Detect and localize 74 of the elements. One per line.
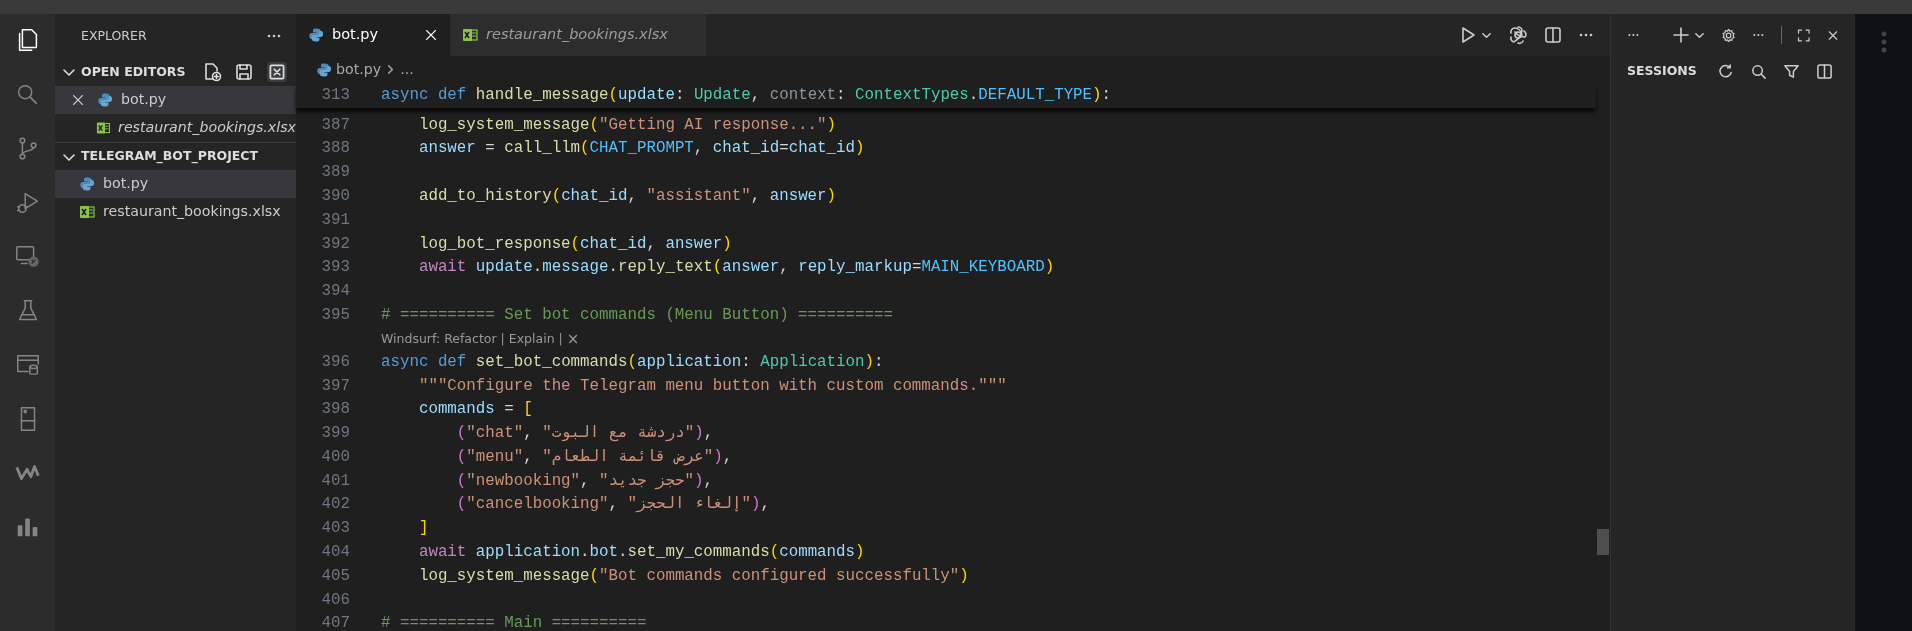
line-number: 405 [320, 565, 350, 587]
line-number: 391 [320, 209, 350, 231]
python-file-icon [97, 92, 113, 108]
new-file-icon[interactable] [202, 62, 222, 82]
codelens-link[interactable]: Windsurf: Refactor [381, 329, 497, 349]
code-line: """Configure the Telegram menu button with custom commands.""" [417, 375, 1007, 397]
line-number: 387 [320, 114, 350, 136]
code-line: await update.message.reply_text(answer, reply_markup=MAIN_KEYBOARD) [417, 257, 1055, 279]
line-number: 390 [320, 185, 350, 207]
split-editor-icon[interactable] [1544, 26, 1562, 44]
file-item[interactable]: restaurant_bookings.xlsx [55, 198, 296, 226]
python-file-icon [308, 27, 324, 43]
spreadsheet-file-icon [79, 204, 95, 220]
line-number: 398 [320, 399, 350, 421]
section-title: OPEN EDITORS [81, 62, 187, 81]
line-number: 396 [320, 351, 350, 373]
editor-tab[interactable]: bot.py [296, 14, 450, 56]
scrollbar-thumb[interactable] [1597, 528, 1609, 555]
search-icon[interactable] [1749, 62, 1767, 80]
panel-title: SESSIONS [1627, 61, 1697, 80]
line-number: 313 [320, 84, 350, 106]
plus-icon[interactable] [1671, 26, 1690, 44]
line-number: 393 [320, 257, 350, 279]
refresh-icon[interactable] [1716, 62, 1734, 80]
line-number: 399 [320, 423, 350, 445]
code-line: ] [417, 518, 429, 540]
separator: | [500, 329, 505, 348]
line-number: 400 [320, 446, 350, 468]
code-line: log_system_message("Getting AI response...") [417, 114, 837, 136]
section-header[interactable]: OPEN EDITORS [55, 58, 296, 86]
play-icon[interactable] [1459, 26, 1477, 44]
code-line: commands = [ [417, 399, 533, 421]
code-line: async def handle_message(update: Update, context: ContextTypes.DEFAULT_TYPE): [380, 84, 1112, 106]
line-number: 395 [320, 304, 350, 326]
file-item[interactable]: bot.py [55, 170, 296, 198]
save-all-icon[interactable] [234, 62, 254, 82]
line-number: 402 [320, 494, 350, 516]
code-line: log_bot_response(chat_id, answer) [417, 233, 732, 255]
knot-logo-icon[interactable] [1508, 25, 1528, 45]
close-icon[interactable] [71, 93, 85, 107]
line-number: 406 [320, 589, 350, 611]
code-line: # ========== Main ========== [380, 613, 647, 631]
line-number: 401 [320, 470, 350, 492]
breadcrumb-item[interactable]: bot.py [336, 59, 382, 81]
python-file-icon [79, 176, 95, 192]
line-number: 407 [320, 613, 350, 631]
separator: | [558, 329, 563, 348]
close-icon[interactable]: × [566, 327, 580, 351]
line-number: 397 [320, 375, 350, 397]
editor-tab[interactable]: restaurant_bookings.xlsx [450, 14, 706, 56]
breadcrumb-item[interactable]: ... [400, 59, 414, 81]
code-line: async def set_bot_commands(application: Application): [380, 351, 884, 373]
code-line: # ========== Set bot commands (Menu Button) ========== [380, 304, 893, 326]
split-panel-icon[interactable] [1815, 62, 1833, 80]
line-number: 394 [320, 281, 350, 303]
file-item[interactable]: restaurant_bookings.xlsx [55, 114, 296, 142]
line-number: 389 [320, 162, 350, 184]
close-all-icon[interactable] [266, 61, 288, 83]
code-line: answer = call_llm(CHAT_PROMPT, chat_id=chat_id) [417, 138, 865, 160]
python-file-icon [316, 61, 332, 78]
spreadsheet-file-icon [95, 120, 111, 136]
code-line: add_to_history(chat_id, "assistant", answer) [417, 185, 837, 207]
line-number: 388 [320, 138, 350, 160]
line-number: 403 [320, 518, 350, 540]
code-line: await application.bot.set_my_commands(commands) [417, 542, 865, 564]
code-line: log_system_message("Bot commands configured successfully") [417, 565, 969, 587]
file-item[interactable]: bot.py [55, 86, 296, 114]
filter-icon[interactable] [1782, 62, 1800, 80]
line-number: 392 [320, 233, 350, 255]
spreadsheet-file-icon [462, 27, 478, 43]
section-title: TELEGRAM_BOT_PROJECT [81, 147, 260, 166]
line-number: 404 [320, 542, 350, 564]
sidebar-title: EXPLORER [81, 26, 147, 45]
codelens-link[interactable]: Explain [508, 329, 555, 349]
